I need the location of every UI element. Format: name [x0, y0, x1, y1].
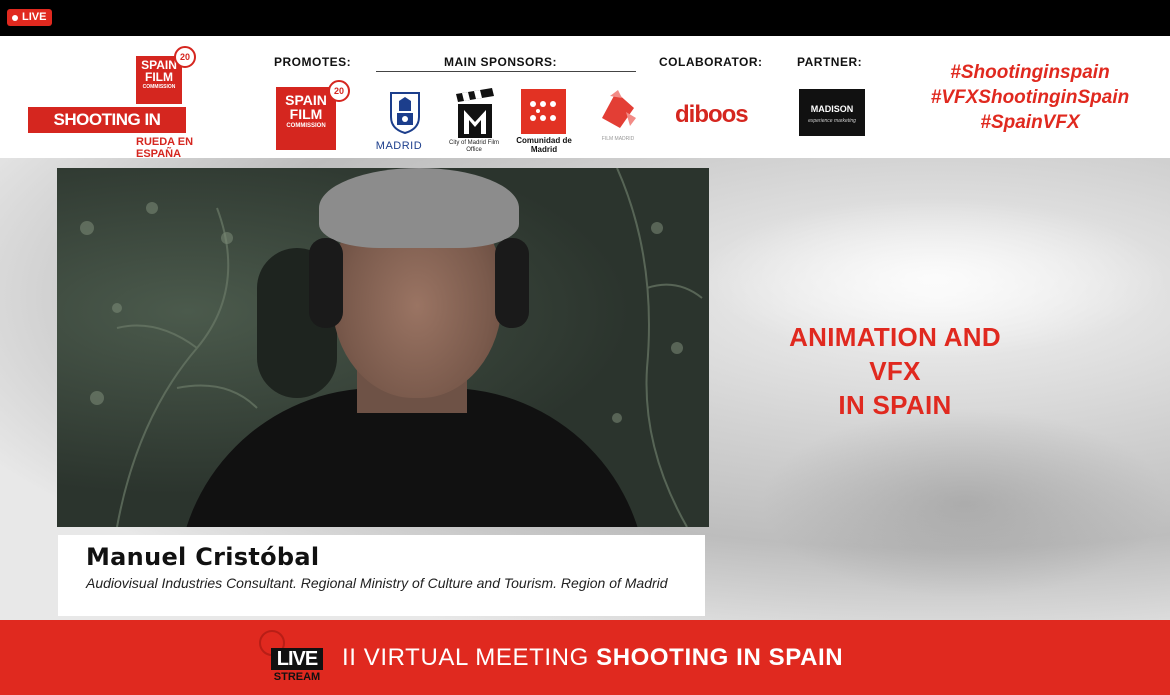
main-sponsors-divider: [376, 71, 636, 72]
promotes-badge: 20: [328, 80, 350, 102]
session-topic: ANIMATION AND VFX IN SPAIN: [760, 320, 1030, 422]
promo-line-2: FILM: [289, 106, 323, 122]
topic-line-1: ANIMATION AND VFX: [789, 322, 1001, 386]
event-title: II VIRTUAL MEETING SHOOTING IN SPAIN: [342, 644, 843, 672]
headphone-left-icon: [309, 238, 343, 328]
madison-name: MADISON: [810, 104, 854, 114]
rueda-en-espana-text: RUEDA EN ESPAÑA: [136, 136, 194, 160]
live-stream-logo: LIVE STREAM: [259, 630, 323, 688]
stars-icon: [530, 101, 556, 121]
promotes-label: PROMOTES:: [274, 55, 352, 69]
speaker-hair: [319, 168, 519, 248]
colaborator-label: COLABORATOR:: [659, 55, 763, 69]
diboos-logo: diboos: [675, 101, 749, 128]
live-dot-icon: [12, 14, 18, 21]
sponsor-banner: SPAIN FILM COMMISSION 20 SHOOTING IN SPA…: [0, 36, 1170, 160]
sfc-line-2: FILM: [145, 70, 173, 84]
live-stream-stream: STREAM: [273, 671, 321, 683]
madison-tagline: experience marketing: [808, 118, 856, 124]
comunidad-de-madrid-flag: [521, 89, 566, 134]
partner-label: PARTNER:: [797, 55, 863, 69]
event-title-prefix: II VIRTUAL MEETING: [342, 644, 597, 671]
speaker-lower-third: Manuel Cristóbal Audiovisual Industries …: [58, 535, 705, 616]
footer-banner: LIVE STREAM II VIRTUAL MEETING SHOOTING …: [0, 620, 1170, 695]
speaker-name: Manuel Cristóbal: [86, 543, 320, 571]
hashtag-item: #VFXShootinginSpain: [930, 87, 1130, 108]
speaker-role: Audiovisual Industries Consultant. Regio…: [86, 575, 668, 591]
promo-line-3: COMMISSION: [286, 123, 326, 129]
main-sponsors-label: MAIN SPONSORS:: [444, 55, 558, 69]
speaker-video: [57, 168, 709, 527]
hashtag-item: #SpainVFX: [980, 112, 1080, 133]
madrid-logo-text: MADRID: [375, 140, 423, 152]
promotes-logo: SPAIN FILM COMMISSION: [276, 87, 336, 150]
top-bar: LIVE: [0, 0, 1170, 36]
clapperboard-icon: [456, 88, 494, 138]
cloud-shadow: [760, 408, 1170, 598]
shooting-in-spain-logo: SPAIN FILM COMMISSION 20 SHOOTING IN SPA…: [28, 46, 218, 160]
madrid-crest-icon: [390, 92, 420, 135]
shooting-in-spain-bar: SHOOTING IN SPAIN: [28, 107, 186, 155]
topic-line-2: IN SPAIN: [838, 390, 952, 420]
film-madrid-text: FILM MADRID: [601, 136, 635, 142]
live-label: LIVE: [22, 11, 47, 23]
sfc-line-3: COMMISSION: [142, 84, 176, 90]
hashtag-item: #Shootinginspain: [950, 62, 1110, 83]
city-film-office-text: City of Madrid Film Office: [448, 140, 499, 153]
live-indicator: LIVE: [7, 9, 53, 26]
event-title-bold: SHOOTING IN SPAIN: [596, 644, 844, 671]
film-madrid-icon: [602, 90, 636, 128]
headphone-right-icon: [495, 238, 529, 328]
promo-line-1: SPAIN: [285, 92, 327, 108]
madison-logo: MADISON experience marketing: [799, 89, 865, 136]
hashtag-list: #Shootinginspain #VFXShootinginSpain #Sp…: [900, 60, 1160, 135]
live-stream-live: LIVE: [271, 648, 323, 670]
anniversary-badge: 20: [174, 46, 196, 68]
comunidad-text: Comunidad de Madrid: [516, 136, 572, 154]
